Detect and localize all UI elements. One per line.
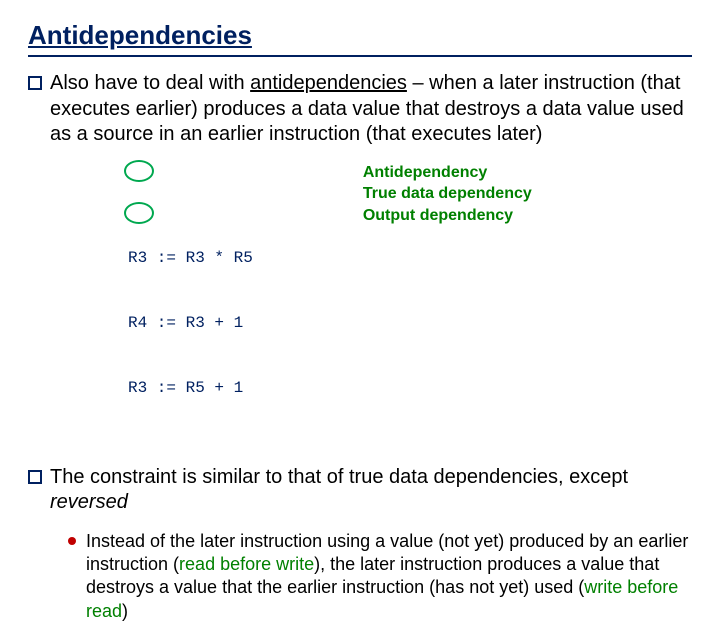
dep-label-output: Output dependency xyxy=(363,205,532,227)
code-line-1: R3 := R3 * R5 xyxy=(128,248,253,270)
dot-bullet-icon xyxy=(68,537,76,545)
bullet-1: Also have to deal with antidependencies … xyxy=(28,71,692,148)
sub-c: ) xyxy=(122,601,128,621)
title-underline xyxy=(28,55,692,57)
bullet-2-text: The constraint is similar to that of tru… xyxy=(50,465,692,516)
bullet-1-text: Also have to deal with antidependencies … xyxy=(50,71,692,148)
code-area: R3 := R3 * R5 R4 := R3 + 1 R3 := R5 + 1 … xyxy=(28,162,692,443)
square-bullet-icon xyxy=(28,76,42,90)
dep-label-anti: Antidependency xyxy=(363,162,532,184)
bullet-2-lead: The constraint is similar to that of tru… xyxy=(50,466,628,488)
sub-bullet-1-text: Instead of the later instruction using a… xyxy=(86,530,692,623)
bullet-1-lead: Also have to deal with xyxy=(50,72,250,94)
slide-title: Antidependencies xyxy=(28,20,692,51)
dep-label-true: True data dependency xyxy=(363,183,532,205)
code-line-2: R4 := R3 + 1 xyxy=(128,313,253,335)
code-line-3: R3 := R5 + 1 xyxy=(128,378,253,400)
keyword-read-before-write: read before write xyxy=(179,554,314,574)
sub-bullet-1: Instead of the later instruction using a… xyxy=(28,530,692,623)
circle-annotation-2 xyxy=(124,202,154,224)
circle-annotation-1 xyxy=(124,160,154,182)
bullet-2: The constraint is similar to that of tru… xyxy=(28,465,692,516)
keyword-reversed: reversed xyxy=(50,491,128,513)
dependency-labels: Antidependency True data dependency Outp… xyxy=(363,162,532,443)
keyword-antidependencies: antidependencies xyxy=(250,72,407,94)
square-bullet-icon xyxy=(28,470,42,484)
code-block: R3 := R3 * R5 R4 := R3 + 1 R3 := R5 + 1 xyxy=(128,162,253,443)
